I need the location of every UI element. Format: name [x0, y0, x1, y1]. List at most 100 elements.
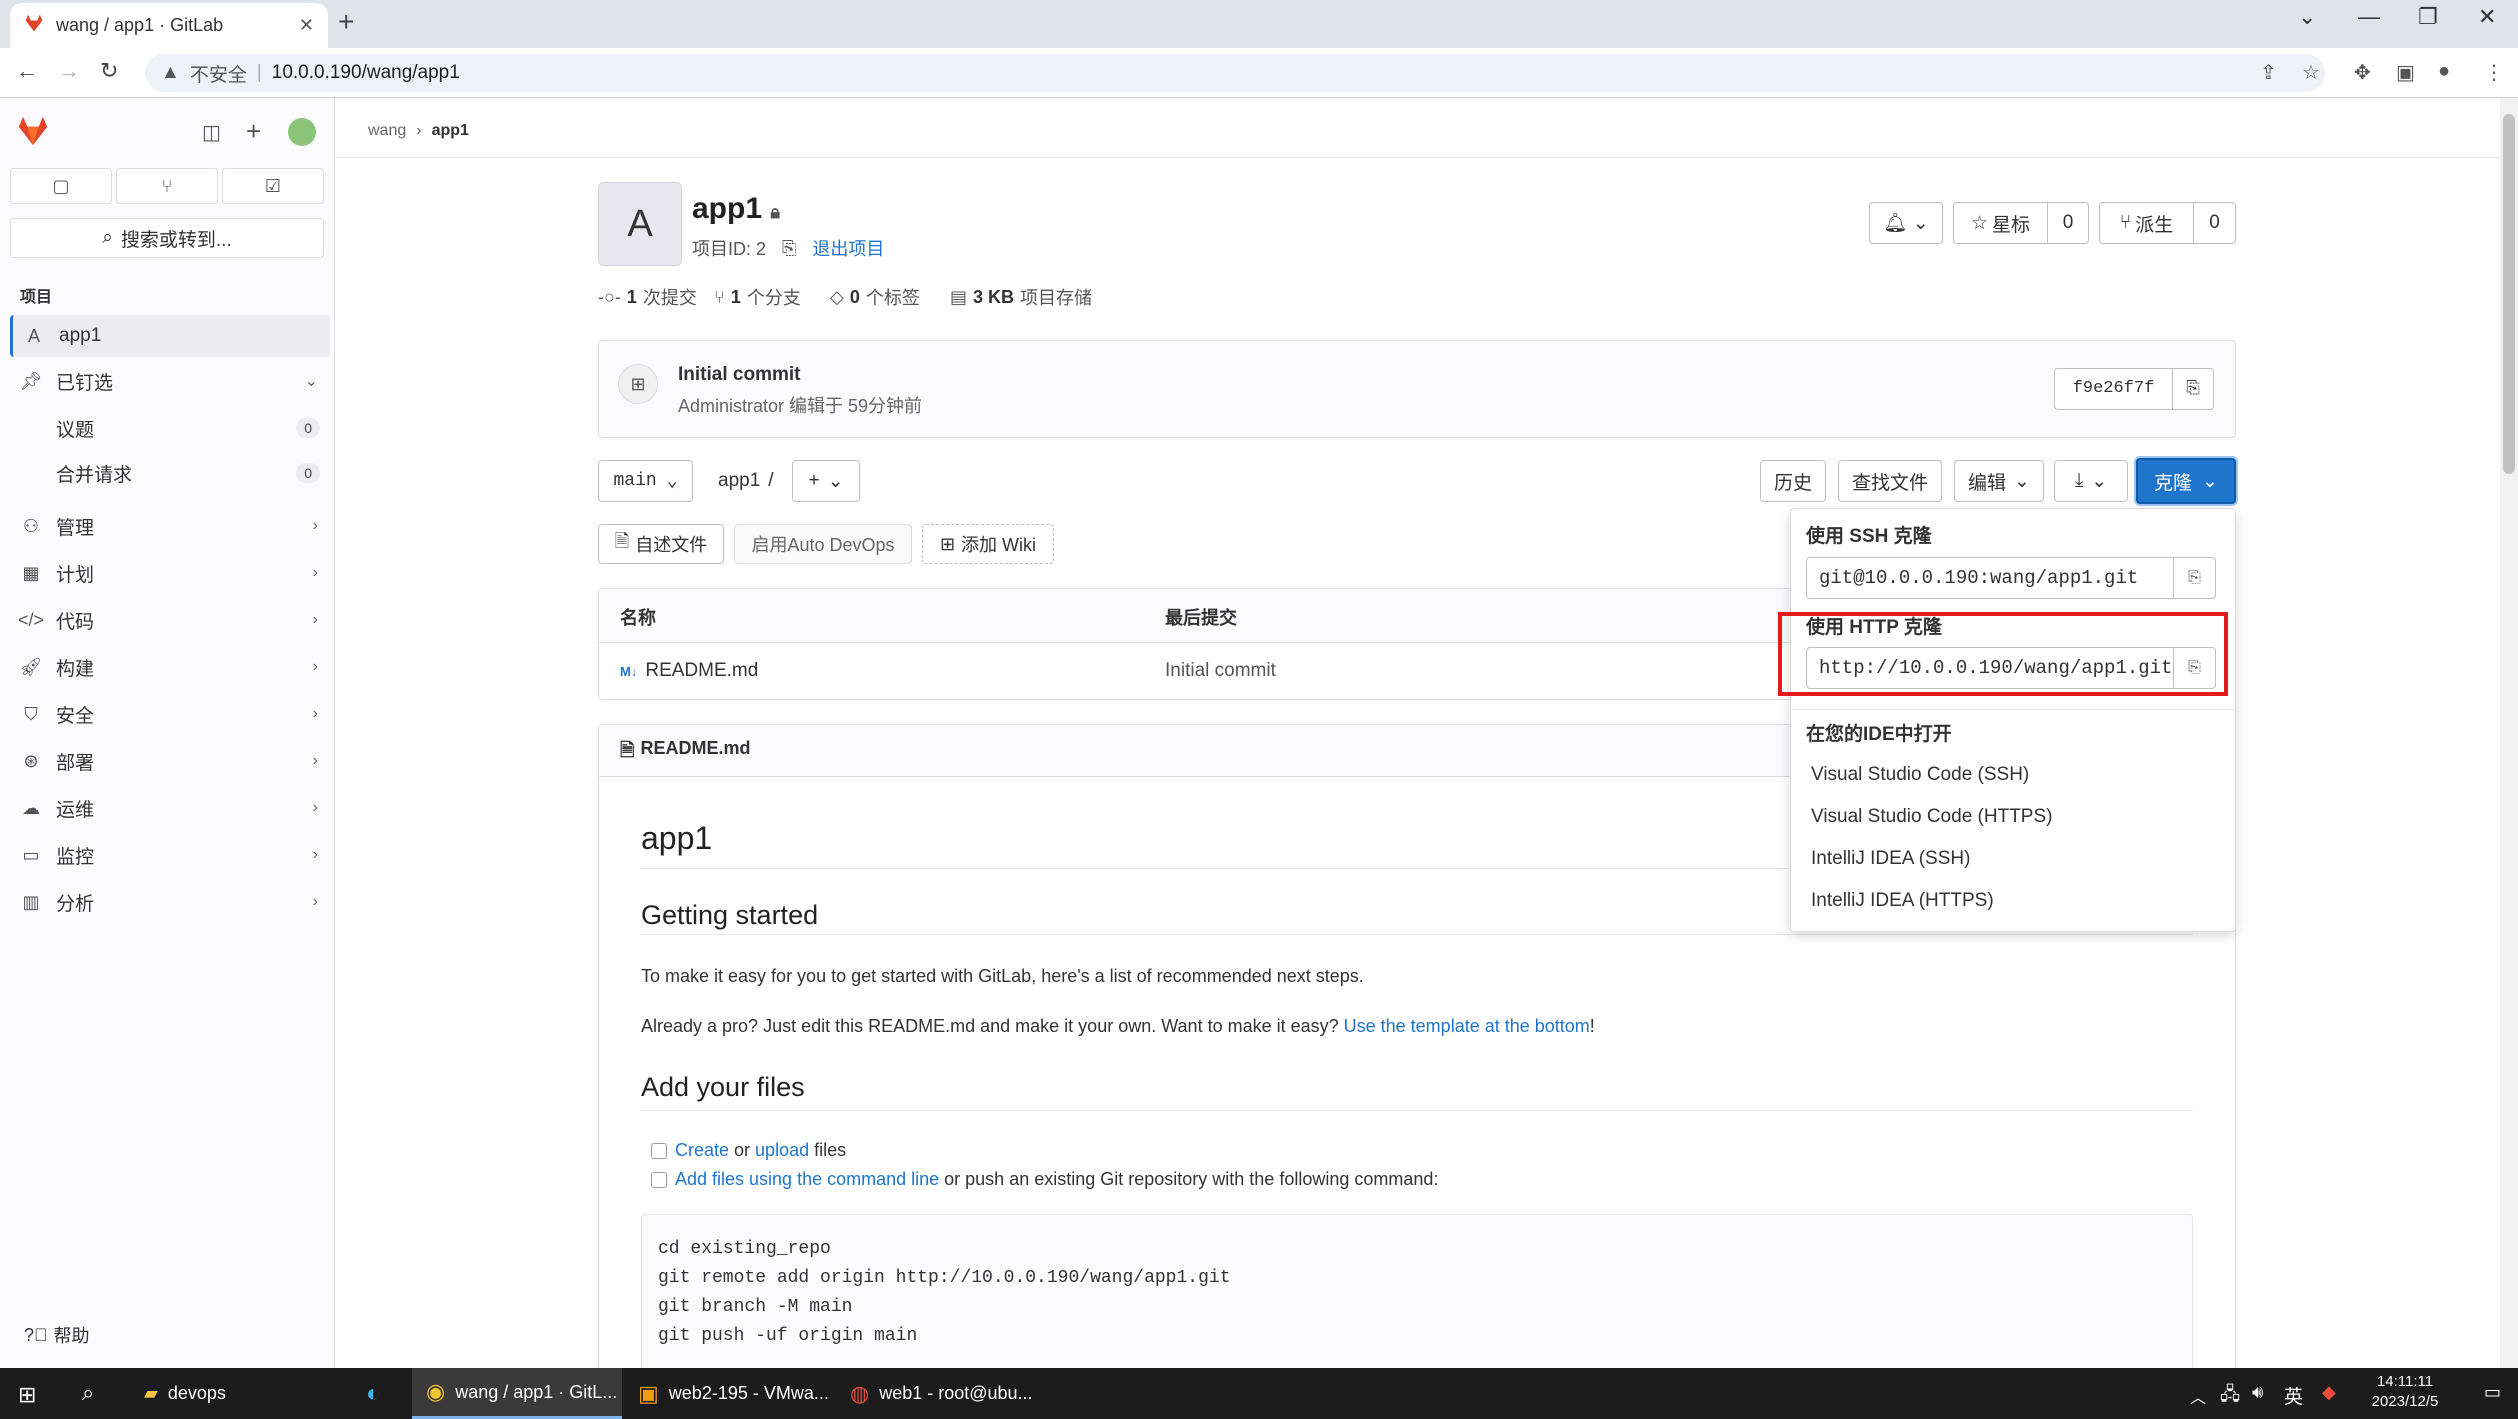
- table-row[interactable]: M↓ README.md: [620, 660, 758, 682]
- taskbar-app-vmware[interactable]: ▣ web2-195 - VMwa...: [624, 1368, 834, 1419]
- address-bar[interactable]: ▲ 不安全 | 10.0.0.190/wang/app1: [145, 54, 2325, 92]
- clone-button[interactable]: 克隆 ⌄: [2136, 458, 2236, 504]
- template-link[interactable]: Use the template at the bottom: [1344, 1016, 1590, 1036]
- close-tab-icon[interactable]: ✕: [299, 15, 314, 36]
- help-button[interactable]: ?⃝ 帮助: [24, 1322, 90, 1348]
- windows-start-icon[interactable]: ⊞: [18, 1382, 36, 1408]
- sidebar-item-project[interactable]: A app1: [10, 315, 330, 357]
- tab-search-icon[interactable]: ⌄: [2298, 4, 2316, 30]
- sidebar-item-secure[interactable]: ⛉ 安全 ›: [10, 693, 330, 735]
- commit-sha[interactable]: f9e26f7f: [2055, 369, 2173, 409]
- sidebar-item-analyze[interactable]: ▥ 分析 ›: [10, 881, 330, 923]
- sidebar-item-build[interactable]: 🚀︎ 构建 ›: [10, 646, 330, 688]
- ssh-url[interactable]: git@10.0.0.190:wang/app1.git: [1807, 567, 2173, 589]
- commit-title[interactable]: Initial commit: [678, 364, 800, 386]
- tags-stat[interactable]: ◇ 0 个标签: [830, 284, 920, 310]
- page-scrollbar[interactable]: [2500, 98, 2518, 1368]
- forward-icon[interactable]: →: [58, 58, 80, 84]
- sidebar-item-merge-requests[interactable]: 合并请求 0: [56, 453, 320, 493]
- minimize-icon[interactable]: —: [2358, 4, 2380, 30]
- find-file-button[interactable]: 查找文件: [1838, 460, 1942, 502]
- copy-icon[interactable]: ⎘: [782, 238, 796, 259]
- copy-icon[interactable]: ⎘: [2173, 558, 2215, 598]
- leave-project-link[interactable]: 退出项目: [812, 235, 884, 261]
- ssh-clone-field[interactable]: git@10.0.0.190:wang/app1.git ⎘: [1806, 557, 2216, 599]
- breadcrumb-parent[interactable]: wang: [368, 122, 406, 140]
- taskbar-app-edge[interactable]: ◐: [352, 1368, 408, 1419]
- enable-autodevops-button[interactable]: 启用Auto DevOps: [734, 524, 912, 564]
- readme-title[interactable]: 🗎︎ README.md: [620, 738, 751, 768]
- history-button[interactable]: 历史: [1760, 460, 1826, 502]
- breadcrumb-divider: [336, 157, 2518, 158]
- edit-dropdown-button[interactable]: 编辑 ⌄: [1954, 460, 2044, 502]
- fork-count[interactable]: 0: [2194, 212, 2235, 234]
- taskbar-app-chrome[interactable]: ◉ wang / app1 · GitL...: [412, 1368, 622, 1419]
- gitlab-logo-icon[interactable]: [16, 114, 50, 153]
- sidebar-item-deploy[interactable]: ⊛ 部署 ›: [10, 740, 330, 782]
- toggle-sidebar-icon[interactable]: ◫: [202, 120, 221, 145]
- user-avatar[interactable]: [288, 118, 316, 146]
- add-to-tree-button[interactable]: + ⌄: [792, 460, 860, 502]
- star-button[interactable]: ☆ 星标: [1954, 203, 2048, 243]
- share-icon[interactable]: ⇪: [2260, 60, 2277, 85]
- ime-indicator[interactable]: 英: [2284, 1382, 2303, 1409]
- taskbar-app-terminal[interactable]: ◍ web1 - root@ubu...: [836, 1368, 1046, 1419]
- taskbar-app-explorer[interactable]: ▰ devops: [130, 1368, 350, 1419]
- sidebar-item-manage[interactable]: ⚇ 管理 ›: [10, 505, 330, 547]
- extensions-icon[interactable]: ✥: [2354, 60, 2371, 85]
- file-last-commit[interactable]: Initial commit: [1165, 660, 1276, 682]
- command-line-link[interactable]: Add files using the command line: [675, 1169, 939, 1189]
- back-icon[interactable]: ←: [16, 58, 38, 84]
- restore-icon[interactable]: ❐: [2418, 4, 2438, 30]
- sidebar-item-monitor[interactable]: ▭ 监控 ›: [10, 834, 330, 876]
- new-tab-icon[interactable]: +: [338, 6, 354, 38]
- csdn-tray-icon[interactable]: ◆: [2322, 1382, 2336, 1403]
- ide-option-vscode-https[interactable]: Visual Studio Code (HTTPS): [1811, 806, 2052, 828]
- branch-selector[interactable]: main ⌄: [598, 460, 693, 502]
- profile-icon[interactable]: ●: [2438, 60, 2450, 83]
- commits-stat[interactable]: -○- 1 次提交: [598, 284, 697, 310]
- ide-option-intellij-ssh[interactable]: IntelliJ IDEA (SSH): [1811, 848, 1970, 870]
- side-panel-icon[interactable]: ▣: [2396, 60, 2415, 85]
- path-root[interactable]: app1: [718, 470, 760, 492]
- taskbar-search-icon[interactable]: ⌕: [82, 1380, 94, 1406]
- star-count[interactable]: 0: [2048, 212, 2088, 234]
- committer-avatar[interactable]: ⊞: [618, 364, 658, 404]
- branches-stat[interactable]: ⑂ 1 个分支: [714, 284, 801, 310]
- breadcrumb-current[interactable]: app1: [432, 122, 469, 140]
- create-new-icon[interactable]: +: [246, 116, 261, 147]
- todos-count-button[interactable]: ☑: [222, 168, 324, 204]
- add-readme-button[interactable]: 🗎︎ 自述文件: [598, 524, 724, 564]
- copy-sha-icon[interactable]: ⎘: [2173, 379, 2213, 399]
- volume-icon[interactable]: 🔊︎: [2252, 1382, 2263, 1403]
- storage-stat[interactable]: ▤ 3 KB 项目存储: [950, 284, 1092, 310]
- sidebar-item-code[interactable]: </> 代码 ›: [10, 599, 330, 641]
- search-button[interactable]: ⌕ 搜索或转到...: [10, 218, 324, 258]
- task-checkbox[interactable]: [651, 1142, 667, 1159]
- sidebar-item-issues[interactable]: 议题 0: [56, 408, 320, 448]
- ide-option-intellij-https[interactable]: IntelliJ IDEA (HTTPS): [1811, 890, 1994, 912]
- scrollbar-thumb[interactable]: [2503, 114, 2515, 474]
- issues-count-button[interactable]: ▢: [10, 168, 112, 204]
- task-checkbox[interactable]: [651, 1171, 667, 1188]
- browser-tab[interactable]: wang / app1 · GitLab ✕: [10, 3, 328, 48]
- download-button[interactable]: ⤓ ⌄: [2054, 460, 2128, 502]
- taskbar-clock[interactable]: 14:11:11 2023/12/5: [2340, 1372, 2470, 1412]
- upload-link[interactable]: upload: [755, 1140, 809, 1160]
- fork-button[interactable]: ⑂ 派生: [2100, 203, 2194, 243]
- create-link[interactable]: Create: [675, 1140, 729, 1160]
- close-window-icon[interactable]: ✕: [2478, 4, 2496, 30]
- notification-center-icon[interactable]: ▭: [2484, 1382, 2501, 1403]
- bookmark-star-icon[interactable]: ☆: [2302, 60, 2320, 85]
- sidebar-item-plan[interactable]: ▦ 计划 ›: [10, 552, 330, 594]
- network-icon[interactable]: 🖧︎: [2220, 1382, 2240, 1412]
- merge-requests-count-button[interactable]: ⑂: [116, 168, 218, 204]
- sidebar-item-operate[interactable]: ☁ 运维 ›: [10, 787, 330, 829]
- add-wiki-button[interactable]: ⊞ 添加 Wiki: [922, 524, 1054, 564]
- ide-option-vscode-ssh[interactable]: Visual Studio Code (SSH): [1811, 764, 2029, 786]
- sidebar-item-pinned[interactable]: 📌︎ 已钉选 ⌄: [10, 360, 330, 402]
- menu-kebab-icon[interactable]: ⋮: [2484, 60, 2504, 85]
- reload-icon[interactable]: ↻: [100, 58, 118, 84]
- tray-chevron-icon[interactable]: ︿: [2190, 1384, 2206, 1408]
- notification-button[interactable]: 🔔︎ ⌄: [1869, 202, 1943, 244]
